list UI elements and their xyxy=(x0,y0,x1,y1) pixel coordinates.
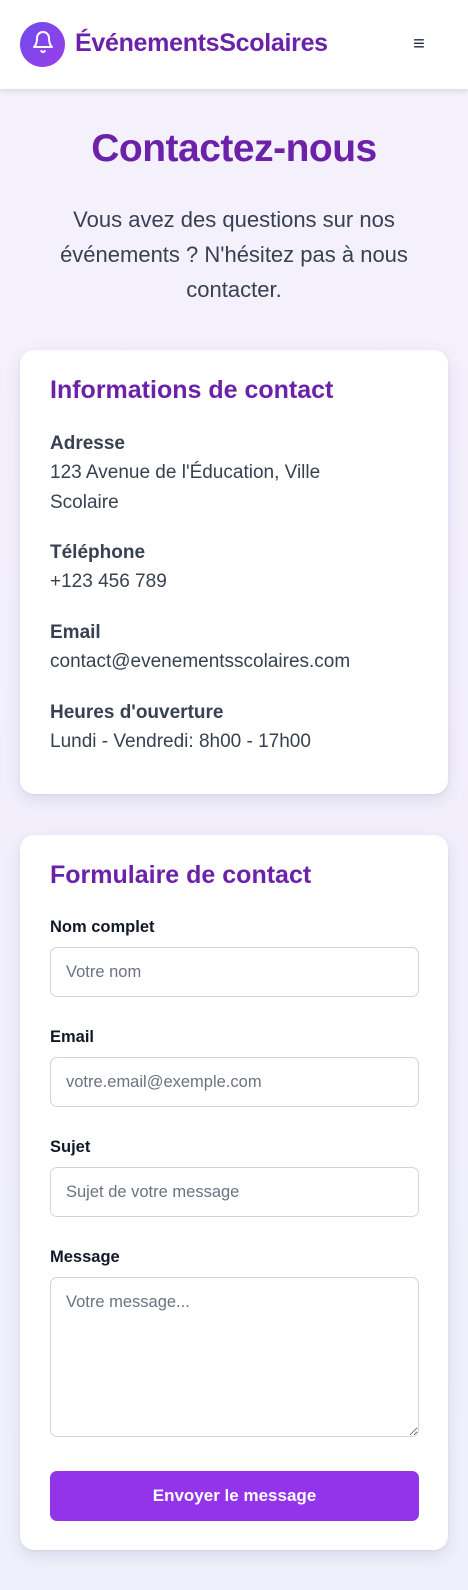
menu-button[interactable]: ≡ xyxy=(406,31,432,57)
address-value: 123 Avenue de l'Éducation, Ville Scolair… xyxy=(50,462,321,513)
subject-input[interactable] xyxy=(50,1167,419,1217)
page-subtitle: Vous avez des questions sur nos événemen… xyxy=(60,207,408,302)
contact-info-title: Informations de contact xyxy=(50,376,334,404)
bell-icon xyxy=(31,30,55,59)
contact-form-title: Formulaire de contact xyxy=(50,861,312,889)
address-label: Adresse xyxy=(50,433,125,454)
name-label: Nom complet xyxy=(50,918,155,936)
send-message-button[interactable]: Envoyer le message xyxy=(50,1471,419,1521)
email-label: Email xyxy=(50,622,101,643)
contact-info-card: Informations de contact Adresse 123 Aven… xyxy=(20,350,448,794)
email-value: contact@evenementsscolaires.com xyxy=(50,651,351,672)
hamburger-menu-icon: ≡ xyxy=(413,32,425,55)
logo-badge[interactable] xyxy=(20,22,65,67)
top-header: ÉvénementsScolaires ≡ xyxy=(0,0,468,89)
message-textarea[interactable] xyxy=(50,1277,419,1437)
hours-label: Heures d'ouverture xyxy=(50,702,224,723)
hours-value: Lundi - Vendredi: 8h00 - 17h00 xyxy=(50,731,311,752)
contact-form-card: Formulaire de contact Nom complet Email … xyxy=(20,835,448,1550)
name-input[interactable] xyxy=(50,947,419,997)
page-title: Contactez-nous xyxy=(91,127,377,170)
message-label: Message xyxy=(50,1248,120,1266)
email-input[interactable] xyxy=(50,1057,419,1107)
subject-label: Sujet xyxy=(50,1138,91,1156)
email-field-label: Email xyxy=(50,1028,95,1046)
brand-name[interactable]: ÉvénementsScolaires xyxy=(75,29,328,58)
phone-value: +123 456 789 xyxy=(50,571,167,592)
phone-label: Téléphone xyxy=(50,542,146,563)
